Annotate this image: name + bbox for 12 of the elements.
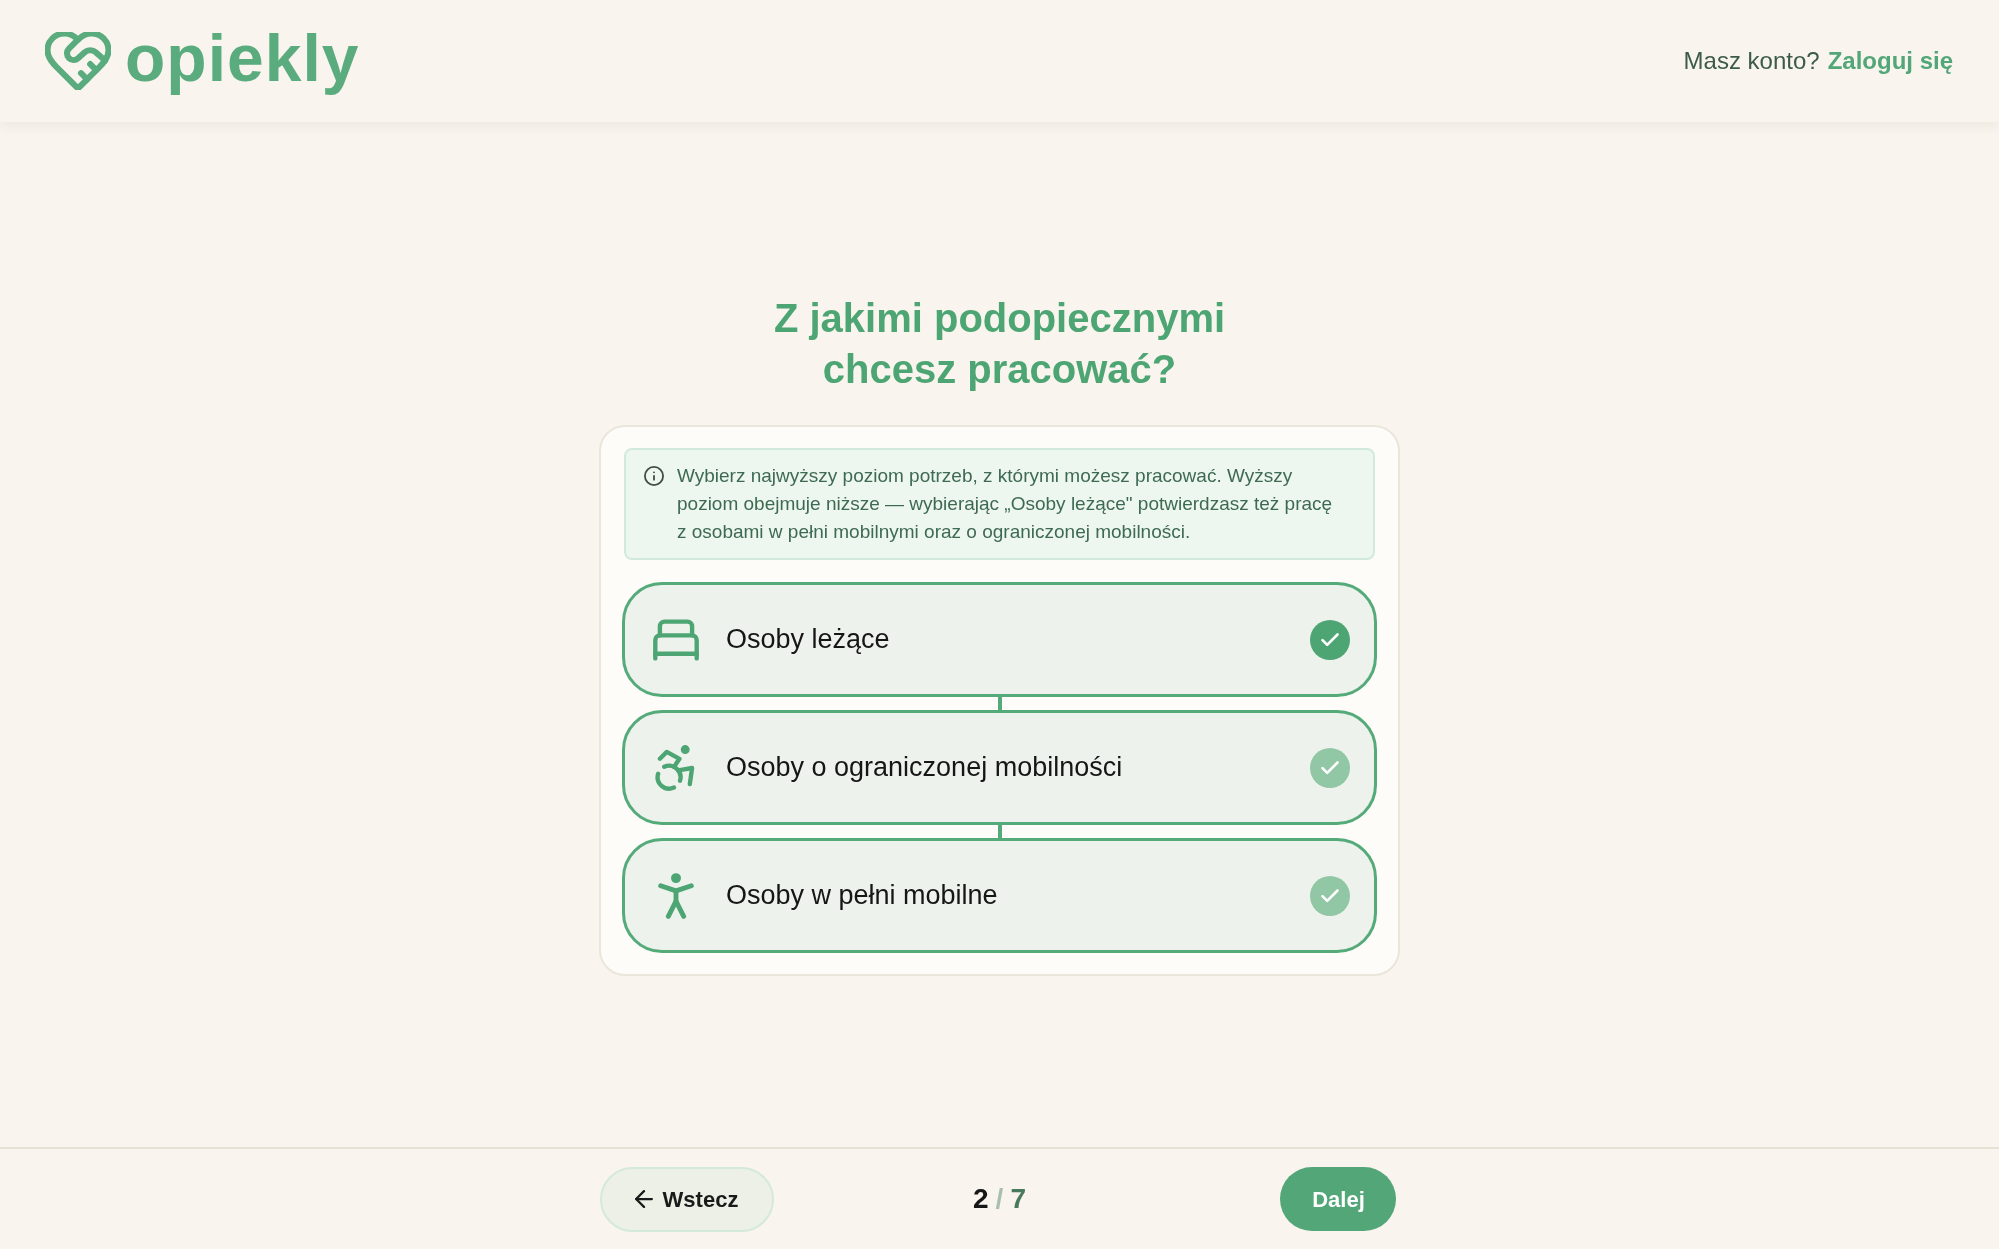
- heart-handshake-icon: [45, 32, 111, 90]
- login-prompt: Masz konto?: [1683, 46, 1820, 76]
- bed-icon: [653, 616, 699, 663]
- option-card[interactable]: Osoby o ograniczonej mobilności: [622, 710, 1377, 825]
- option-card[interactable]: Osoby w pełni mobilne: [622, 838, 1377, 953]
- step-counter: 2 / 7: [973, 1185, 1026, 1213]
- page-title: Z jakimi podopiecznymi chcesz pracować?: [772, 295, 1227, 393]
- info-icon: [644, 466, 664, 486]
- option-card[interactable]: Osoby leżące: [622, 582, 1377, 697]
- logo-text: opiekly: [125, 25, 360, 97]
- info-text: Wybierz najwyższy poziom potrzeb, z którymi możesz pracować. Wyższy poziom obejmuje niższe — wybierając „Osoby leżące" potwierdzasz też pracę z osobami w pełni mobilnymi oraz o ograniczonej mobilności.: [677, 464, 1334, 544]
- back-button[interactable]: Wstecz: [599, 1166, 774, 1232]
